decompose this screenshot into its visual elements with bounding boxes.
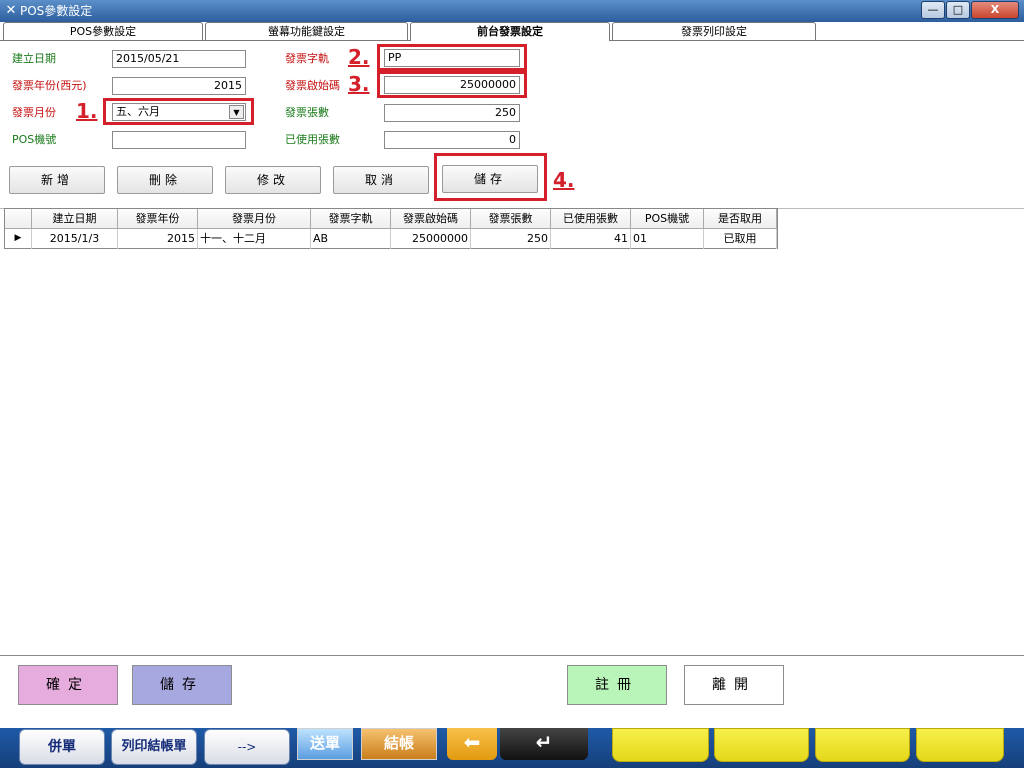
column-header[interactable]: 發票啟始碼 (391, 209, 471, 229)
delete-button[interactable]: 刪除 (117, 166, 213, 194)
invoice-year-label: 發票年份(西元) (12, 79, 87, 92)
leave-button[interactable]: 離開 (684, 665, 784, 705)
row-selector-icon[interactable]: ▶ (5, 229, 32, 249)
tab-invoice-settings[interactable]: 前台發票設定 (410, 22, 610, 41)
table-cell[interactable]: 250 (471, 229, 551, 249)
print-checkout-button[interactable]: 列印結帳單 (111, 729, 197, 765)
step-4-marker: 4. (553, 168, 575, 192)
send-order-button[interactable]: 送單 (297, 728, 353, 760)
invoice-count-field[interactable]: 250 (384, 104, 520, 122)
minimize-button[interactable]: — (921, 1, 945, 19)
used-count-field[interactable]: 0 (384, 131, 520, 149)
used-count-label: 已使用張數 (285, 133, 340, 146)
column-header[interactable]: 發票月份 (198, 209, 311, 229)
pos-machine-field[interactable] (112, 131, 246, 149)
invoice-table: 建立日期 發票年份 發票月份 發票字軌 發票啟始碼 發票張數 已使用張數 POS… (4, 208, 778, 249)
column-header[interactable]: 是否取用 (704, 209, 777, 229)
title-bar: ✕ POS參數設定 — □ X (0, 0, 1024, 22)
invoice-count-label: 發票張數 (285, 106, 329, 119)
back-arrow-icon[interactable]: ⬅ (447, 728, 497, 760)
table-cell[interactable]: AB (311, 229, 391, 249)
invoice-start-label: 發票啟始碼 (285, 79, 340, 92)
table-cell[interactable]: 41 (551, 229, 631, 249)
pos-taskbar: 併單 列印結帳單 --> 送單 結帳 ⬅ ↵ (0, 728, 1024, 768)
main-window: POS參數設定 螢幕功能鍵設定 前台發票設定 發票列印設定 建立日期 2015/… (0, 22, 1024, 728)
table-cell[interactable]: 已取用 (704, 229, 777, 249)
invoice-track-field[interactable]: PP (384, 49, 520, 67)
table-cell[interactable]: 2015/1/3 (32, 229, 118, 249)
active-tab-gap (411, 40, 609, 41)
footer-save-button[interactable]: 儲存 (132, 665, 232, 705)
confirm-button[interactable]: 確定 (18, 665, 118, 705)
invoice-month-select[interactable]: 五、六月 (112, 103, 246, 121)
created-date-field[interactable]: 2015/05/21 (112, 50, 246, 68)
window-title: POS參數設定 (20, 4, 93, 18)
edit-button[interactable]: 修改 (225, 166, 321, 194)
yellow-key-1[interactable] (612, 728, 709, 762)
footer-divider (0, 655, 1024, 656)
invoice-year-field[interactable]: 2015 (112, 77, 246, 95)
chevron-down-icon[interactable]: ▼ (229, 105, 244, 119)
step-1-marker: 1. (76, 99, 98, 123)
step-2-marker: 2. (348, 45, 370, 69)
cancel-button[interactable]: 取消 (333, 166, 429, 194)
close-button[interactable]: X (971, 1, 1019, 19)
tab-invoice-print[interactable]: 發票列印設定 (612, 22, 816, 40)
tab-function-keys[interactable]: 螢幕功能鍵設定 (205, 22, 408, 40)
column-header[interactable]: 建立日期 (32, 209, 118, 229)
table-cell[interactable]: 25000000 (391, 229, 471, 249)
invoice-month-label: 發票月份 (12, 106, 56, 119)
invoice-track-label: 發票字軌 (285, 52, 329, 65)
column-header[interactable]: POS機號 (631, 209, 704, 229)
tab-pos-settings[interactable]: POS參數設定 (3, 22, 203, 40)
yellow-key-2[interactable] (714, 728, 809, 762)
column-header[interactable]: 發票年份 (118, 209, 198, 229)
table-cell[interactable]: 2015 (118, 229, 198, 249)
next-button[interactable]: --> (204, 729, 290, 765)
enter-arrow-icon[interactable]: ↵ (500, 728, 588, 760)
save-button[interactable]: 儲存 (442, 165, 538, 193)
created-date-label: 建立日期 (12, 52, 56, 65)
yellow-key-4[interactable] (916, 728, 1004, 762)
pos-machine-label: POS機號 (12, 133, 57, 146)
table-cell[interactable]: 01 (631, 229, 704, 249)
maximize-button[interactable]: □ (946, 1, 970, 19)
yellow-key-3[interactable] (815, 728, 910, 762)
column-header[interactable]: 發票字軌 (311, 209, 391, 229)
add-button[interactable]: 新增 (9, 166, 105, 194)
column-header[interactable]: 已使用張數 (551, 209, 631, 229)
checkout-button[interactable]: 結帳 (361, 728, 437, 760)
app-icon: ✕ (5, 3, 17, 18)
invoice-month-value: 五、六月 (116, 105, 160, 118)
invoice-start-field[interactable]: 25000000 (384, 76, 520, 94)
row-header-corner (5, 209, 32, 229)
table-cell[interactable]: 十一、十二月 (198, 229, 311, 249)
register-button[interactable]: 註冊 (567, 665, 667, 705)
merge-order-button[interactable]: 併單 (19, 729, 105, 765)
step-3-marker: 3. (348, 72, 370, 96)
column-header[interactable]: 發票張數 (471, 209, 551, 229)
